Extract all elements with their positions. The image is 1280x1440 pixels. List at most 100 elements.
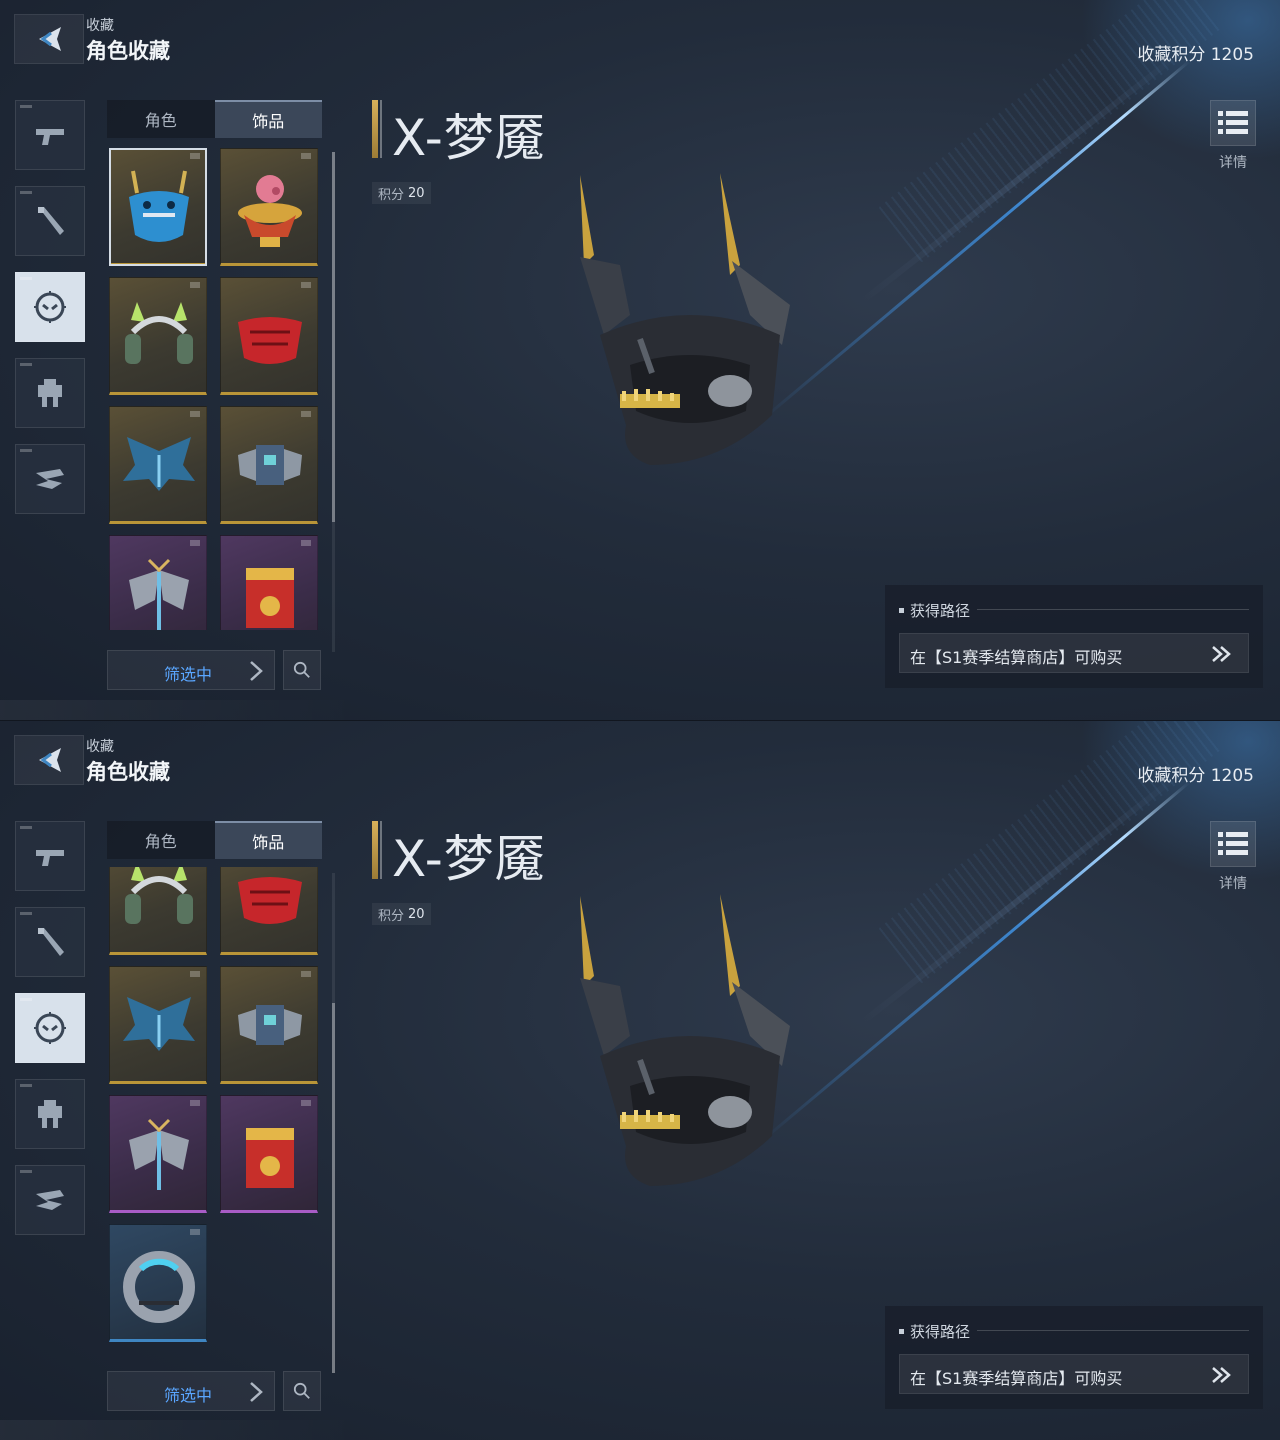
rail-item-pistol[interactable] (15, 821, 85, 891)
points-label: 积分 (378, 908, 405, 924)
category-rail (15, 100, 87, 530)
grid-scrollbar[interactable] (332, 152, 335, 652)
tab-character[interactable]: 角色 (107, 100, 215, 138)
character-mask-icon (34, 291, 66, 323)
red-mask-icon (238, 317, 302, 364)
acquisition-title: 获得路径 (910, 602, 971, 620)
tab-character[interactable]: 角色 (107, 821, 215, 859)
ice-wings-icon (123, 437, 195, 491)
detail-label: 详情 (1219, 876, 1247, 892)
acquisition-route-button[interactable]: 在【S1赛季结算商店】可购买 (899, 1354, 1249, 1394)
item-card[interactable] (109, 406, 207, 524)
red-mask-icon (238, 877, 302, 924)
rail-item-mech[interactable] (15, 1079, 85, 1149)
search-button[interactable] (283, 1371, 321, 1411)
item-card[interactable] (109, 966, 207, 1084)
mech-icon (38, 1100, 62, 1128)
ice-wings-icon (123, 997, 195, 1051)
rail-item-aircraft[interactable] (15, 1165, 85, 1235)
item-card[interactable] (220, 277, 318, 395)
melee-weapon-icon (38, 207, 64, 235)
screen-bottom: 收藏 角色收藏 收藏积分 1205 详情 角色 饰品 筛选中 X-梦魇 积分 2… (0, 720, 1280, 1440)
item-name: X-梦魇 (392, 109, 546, 167)
item-card[interactable] (220, 535, 318, 630)
filter-button[interactable]: 筛选中 (107, 650, 275, 690)
tab-bar: 角色 饰品 (107, 821, 322, 859)
acquisition-panel: 获得路径 在【S1赛季结算商店】可购买 (885, 1306, 1263, 1409)
search-button[interactable] (283, 650, 321, 690)
item-card[interactable] (109, 1095, 207, 1213)
points-value: 20 (408, 906, 425, 922)
item-card[interactable] (220, 1095, 318, 1213)
page-title: 角色收藏 (86, 760, 170, 784)
item-card[interactable] (220, 406, 318, 524)
item-card[interactable] (109, 1224, 207, 1342)
screen-top: 收藏 角色收藏 收藏积分 1205 详情 角色 饰品 筛选中 X-梦魇 积分 2… (0, 0, 1280, 720)
acquisition-header: 获得路径 (899, 1321, 970, 1342)
points-badge: 积分 20 (372, 182, 431, 204)
item-card[interactable] (220, 867, 318, 955)
acquisition-title: 获得路径 (910, 1323, 971, 1341)
filter-button[interactable]: 筛选中 (107, 1371, 275, 1411)
acquisition-header: 获得路径 (899, 600, 970, 621)
breadcrumb-parent: 收藏 (86, 739, 114, 755)
nightmare-mask-render (580, 173, 790, 465)
double-chevron-right-icon (1212, 1367, 1231, 1383)
item-card[interactable] (220, 966, 318, 1084)
detail-button[interactable]: 详情 (1210, 100, 1256, 172)
acquisition-route-text: 在【S1赛季结算商店】可购买 (910, 1369, 1123, 1388)
item-card[interactable] (109, 867, 207, 955)
chevron-right-icon (250, 661, 263, 681)
chevron-right-icon (250, 1382, 263, 1402)
item-grid (107, 146, 322, 630)
rail-item-character[interactable] (15, 993, 85, 1063)
tab-accessory[interactable]: 饰品 (214, 821, 322, 859)
rail-item-aircraft[interactable] (15, 444, 85, 514)
rail-item-melee[interactable] (15, 186, 85, 256)
item-card[interactable] (109, 148, 207, 266)
grid-scrollbar[interactable] (332, 873, 335, 1373)
mech-backpack-icon (238, 445, 302, 485)
back-button[interactable] (14, 735, 84, 785)
red-chest-icon (246, 568, 294, 628)
aircraft-icon (36, 469, 64, 489)
tab-accessory[interactable]: 饰品 (214, 100, 322, 138)
title-accent (372, 821, 382, 879)
back-arrow-icon (39, 748, 61, 772)
item-card[interactable] (220, 148, 318, 266)
item-card[interactable] (109, 535, 207, 630)
rail-item-character[interactable] (15, 272, 85, 342)
rail-item-melee[interactable] (15, 907, 85, 977)
melee-weapon-icon (38, 928, 64, 956)
acquisition-panel: 获得路径 在【S1赛季结算商店】可购买 (885, 585, 1263, 688)
back-button[interactable] (14, 14, 84, 64)
item-panel: 角色 饰品 筛选中 (107, 100, 339, 700)
points-label: 积分 (378, 187, 405, 203)
detail-label: 详情 (1219, 155, 1247, 171)
detail-button[interactable]: 详情 (1210, 821, 1256, 893)
aircraft-icon (36, 1190, 64, 1210)
pistol-icon (36, 850, 64, 866)
rail-item-mech[interactable] (15, 358, 85, 428)
mech-backpack-icon (238, 1005, 302, 1045)
blue-mask-icon (129, 170, 189, 242)
acquisition-route-button[interactable]: 在【S1赛季结算商店】可购买 (899, 633, 1249, 673)
item-panel: 角色 饰品 筛选中 (107, 821, 339, 1421)
pistol-icon (36, 129, 64, 145)
double-chevron-right-icon (1212, 646, 1231, 662)
filter-label: 筛选中 (164, 665, 213, 684)
nightmare-mask-render (580, 894, 790, 1186)
item-name: X-梦魇 (392, 830, 546, 888)
pig-bowl-icon (238, 175, 302, 247)
rail-item-pistol[interactable] (15, 100, 85, 170)
points-badge: 积分 20 (372, 903, 431, 925)
breadcrumb-parent: 收藏 (86, 18, 114, 34)
cat-ear-headphones-icon (125, 302, 193, 364)
points-value: 20 (408, 185, 425, 201)
item-grid (107, 867, 322, 1351)
category-rail (15, 821, 87, 1251)
character-mask-icon (34, 1012, 66, 1044)
back-arrow-icon (39, 27, 61, 51)
collection-score: 收藏积分 1205 (1137, 766, 1254, 786)
item-card[interactable] (109, 277, 207, 395)
